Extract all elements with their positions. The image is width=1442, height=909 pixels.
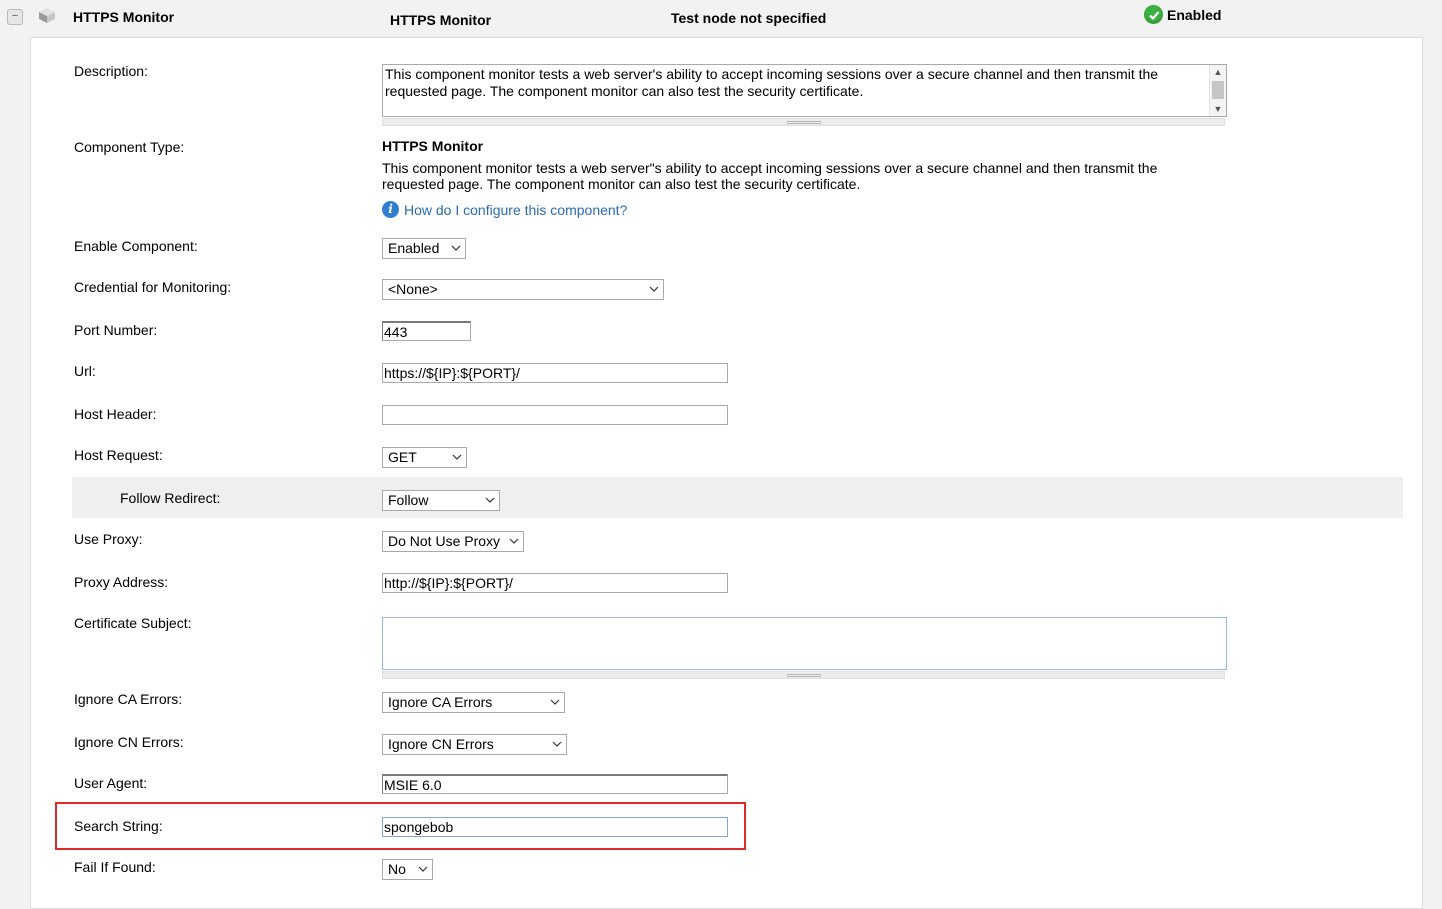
host-request-label: Host Request: <box>74 447 163 463</box>
certificate-subject-label: Certificate Subject: <box>74 615 192 631</box>
credential-select[interactable]: <None> <box>382 279 664 300</box>
scroll-down-icon[interactable]: ▼ <box>1210 102 1226 116</box>
proxy-address-label: Proxy Address: <box>74 574 169 590</box>
component-name: HTTPS Monitor <box>73 9 175 25</box>
proxy-address-input[interactable]: http://${IP}:${PORT}/ <box>382 573 728 593</box>
user-agent-input[interactable]: MSIE 6.0 <box>382 774 728 794</box>
follow-redirect-select[interactable]: Follow <box>382 490 500 511</box>
port-label: Port Number: <box>74 322 158 338</box>
chevron-down-icon <box>485 497 495 503</box>
ignore-ca-select[interactable]: Ignore CA Errors <box>382 692 565 713</box>
follow-redirect-label: Follow Redirect: <box>120 490 221 506</box>
component-header: − HTTPS Monitor HTTPS Monitor Test node … <box>0 0 1442 37</box>
test-node-status: Test node not specified <box>671 10 827 26</box>
credential-value: <None> <box>388 281 438 297</box>
collapse-button[interactable]: − <box>7 9 23 25</box>
info-icon: i <box>382 201 399 218</box>
fail-if-found-value: No <box>388 861 406 877</box>
host-header-label: Host Header: <box>74 406 157 422</box>
description-label: Description: <box>74 63 148 79</box>
chevron-down-icon <box>451 245 461 251</box>
follow-redirect-value: Follow <box>388 492 429 508</box>
ignore-cn-label: Ignore CN Errors: <box>74 734 184 750</box>
help-link-text[interactable]: How do I configure this component? <box>404 202 627 218</box>
ignore-cn-value: Ignore CN Errors <box>388 736 494 752</box>
check-icon <box>1144 5 1163 24</box>
scroll-thumb[interactable] <box>1212 81 1224 99</box>
enable-component-label: Enable Component: <box>74 238 198 254</box>
component-type-label: Component Type: <box>74 139 185 155</box>
chevron-down-icon <box>418 866 428 872</box>
host-header-input[interactable] <box>382 405 728 425</box>
user-agent-label: User Agent: <box>74 775 148 791</box>
chevron-down-icon <box>452 454 462 460</box>
use-proxy-select[interactable]: Do Not Use Proxy <box>382 531 524 552</box>
search-string-label: Search String: <box>74 818 163 834</box>
component-type-description: This component monitor tests a web serve… <box>382 160 1158 192</box>
chevron-down-icon <box>550 699 560 705</box>
host-request-select[interactable]: GET <box>382 447 467 468</box>
enable-component-select[interactable]: Enabled <box>382 238 466 259</box>
certificate-resize-handle[interactable] <box>382 671 1225 679</box>
host-request-value: GET <box>388 449 417 465</box>
enabled-status: Enabled <box>1144 5 1221 24</box>
description-textarea[interactable]: This component monitor tests a web serve… <box>382 64 1227 117</box>
certificate-subject-textarea[interactable] <box>382 617 1227 670</box>
component-type-title: HTTPS Monitor <box>382 138 484 154</box>
ignore-ca-label: Ignore CA Errors: <box>74 691 183 707</box>
port-input[interactable]: 443 <box>382 321 471 341</box>
search-string-input[interactable]: spongebob <box>382 817 728 837</box>
url-label: Url: <box>74 363 96 379</box>
credential-label: Credential for Monitoring: <box>74 279 232 295</box>
use-proxy-label: Use Proxy: <box>74 531 143 547</box>
description-text: This component monitor tests a web serve… <box>385 66 1159 99</box>
component-type-header: HTTPS Monitor <box>390 12 492 28</box>
chevron-down-icon <box>649 286 659 292</box>
url-input[interactable]: https://${IP}:${PORT}/ <box>382 363 728 383</box>
ignore-cn-select[interactable]: Ignore CN Errors <box>382 734 567 755</box>
fail-if-found-select[interactable]: No <box>382 859 433 880</box>
description-scrollbar[interactable]: ▲ ▼ <box>1209 65 1226 116</box>
help-link[interactable]: i How do I configure this component? <box>382 201 627 218</box>
follow-redirect-row <box>72 477 1403 518</box>
use-proxy-value: Do Not Use Proxy <box>388 533 501 549</box>
scroll-up-icon[interactable]: ▲ <box>1210 65 1226 79</box>
ignore-ca-value: Ignore CA Errors <box>388 694 493 710</box>
description-resize-handle[interactable] <box>382 118 1225 126</box>
chevron-down-icon <box>552 741 562 747</box>
status-label: Enabled <box>1167 6 1222 23</box>
enable-component-value: Enabled <box>388 240 440 256</box>
component-icon <box>39 8 55 23</box>
chevron-down-icon <box>509 538 519 544</box>
fail-if-found-label: Fail If Found: <box>74 859 156 875</box>
